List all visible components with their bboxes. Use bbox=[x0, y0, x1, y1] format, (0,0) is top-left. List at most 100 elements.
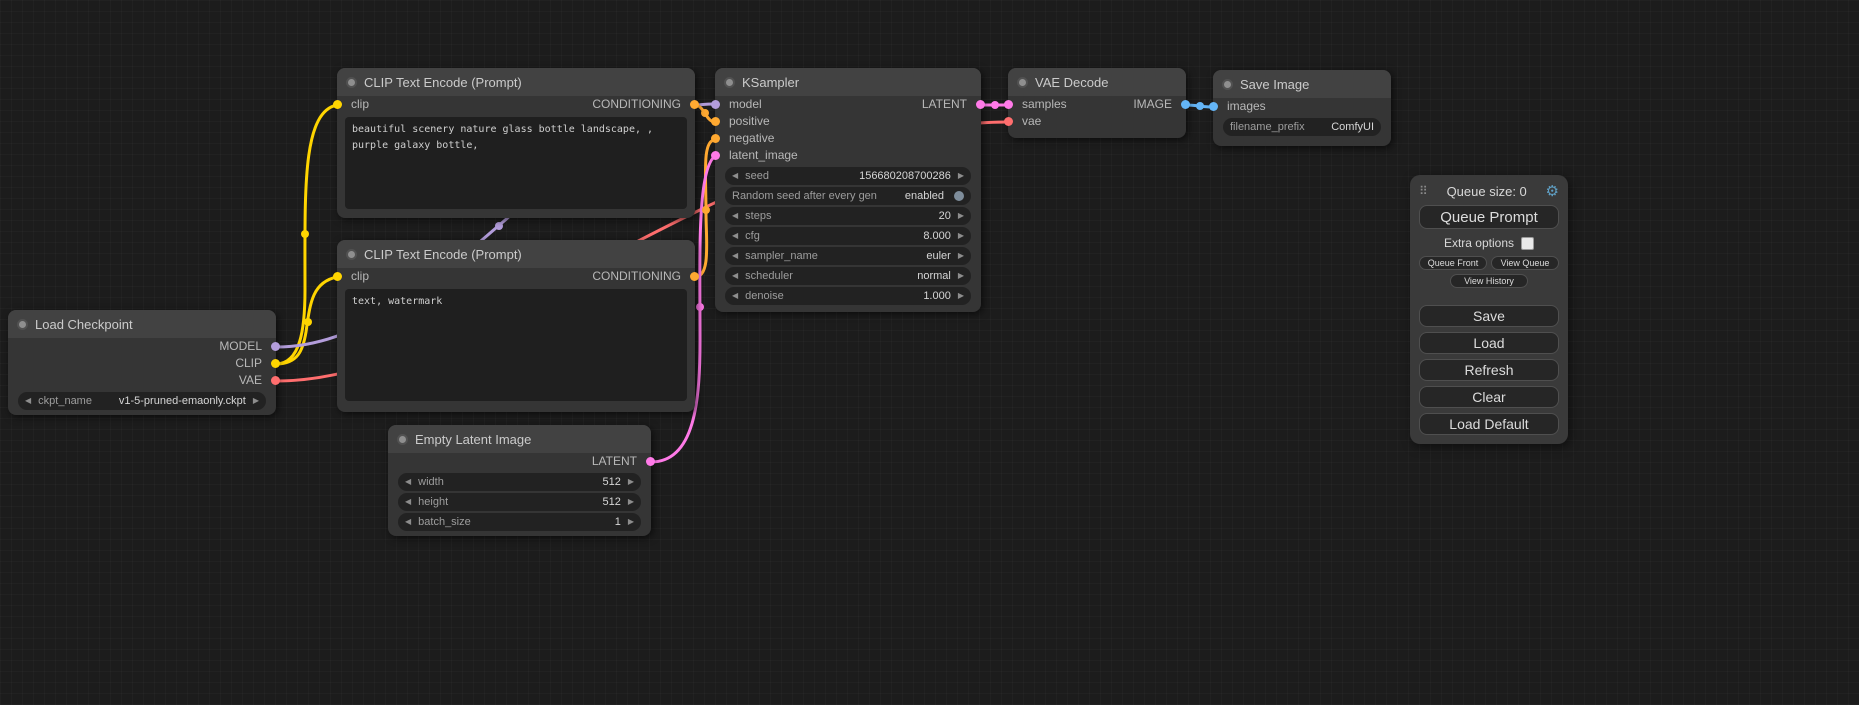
input-port-clip[interactable] bbox=[333, 100, 342, 109]
drag-handle-icon[interactable]: ⠿ bbox=[1419, 184, 1428, 198]
increment-arrow-icon[interactable]: ▶ bbox=[958, 272, 964, 280]
decrement-arrow-icon[interactable]: ◀ bbox=[732, 232, 738, 240]
input-label-vae: vae bbox=[1022, 113, 1041, 130]
node-clip-text-encode-negative[interactable]: CLIP Text Encode (Prompt) clip CONDITION… bbox=[337, 240, 695, 412]
decrement-arrow-icon[interactable]: ◀ bbox=[732, 292, 738, 300]
decrement-arrow-icon[interactable]: ◀ bbox=[732, 172, 738, 180]
save-button[interactable]: Save bbox=[1419, 305, 1559, 327]
extra-options-checkbox[interactable] bbox=[1521, 237, 1534, 250]
output-port-conditioning[interactable] bbox=[690, 272, 699, 281]
collapse-dot-icon[interactable] bbox=[397, 434, 408, 445]
input-port-clip[interactable] bbox=[333, 272, 342, 281]
positive-prompt-textarea[interactable]: beautiful scenery nature glass bottle la… bbox=[345, 117, 687, 209]
increment-arrow-icon[interactable]: ▶ bbox=[958, 252, 964, 260]
wire-negative-conditioning bbox=[695, 140, 715, 277]
decrement-arrow-icon[interactable]: ◀ bbox=[732, 272, 738, 280]
output-port-clip[interactable] bbox=[271, 359, 280, 368]
output-port-vae[interactable] bbox=[271, 376, 280, 385]
decrement-arrow-icon[interactable]: ◀ bbox=[405, 518, 411, 526]
node-ksampler[interactable]: KSampler model LATENT positive negative … bbox=[715, 68, 981, 312]
input-label-clip: clip bbox=[351, 96, 369, 113]
node-title-text: CLIP Text Encode (Prompt) bbox=[364, 75, 522, 90]
slot-row: VAE bbox=[8, 372, 276, 389]
node-title-bar[interactable]: CLIP Text Encode (Prompt) bbox=[337, 240, 695, 268]
collapse-dot-icon[interactable] bbox=[1222, 79, 1233, 90]
widget-width[interactable]: ◀ width 512 ▶ bbox=[398, 473, 641, 491]
collapse-dot-icon[interactable] bbox=[346, 77, 357, 88]
increment-arrow-icon[interactable]: ▶ bbox=[958, 212, 964, 220]
input-port-negative[interactable] bbox=[711, 134, 720, 143]
widget-filename-prefix[interactable]: filename_prefix ComfyUI bbox=[1223, 118, 1381, 136]
widget-steps[interactable]: ◀ steps 20 ▶ bbox=[725, 207, 971, 225]
output-port-conditioning[interactable] bbox=[690, 100, 699, 109]
decrement-arrow-icon[interactable]: ◀ bbox=[25, 397, 31, 405]
settings-gear-icon[interactable]: ⚙ bbox=[1546, 182, 1559, 200]
widget-denoise[interactable]: ◀ denoise 1.000 ▶ bbox=[725, 287, 971, 305]
view-history-button[interactable]: View History bbox=[1450, 274, 1528, 288]
load-button[interactable]: Load bbox=[1419, 332, 1559, 354]
widget-ckpt-name[interactable]: ◀ ckpt_name v1-5-pruned-emaonly.ckpt ▶ bbox=[18, 392, 266, 410]
node-title-bar[interactable]: CLIP Text Encode (Prompt) bbox=[337, 68, 695, 96]
input-port-latent-image[interactable] bbox=[711, 151, 720, 160]
increment-arrow-icon[interactable]: ▶ bbox=[628, 498, 634, 506]
negative-prompt-textarea[interactable]: text, watermark bbox=[345, 289, 687, 401]
node-title-bar[interactable]: Save Image bbox=[1213, 70, 1391, 98]
node-title-bar[interactable]: Empty Latent Image bbox=[388, 425, 651, 453]
input-port-images[interactable] bbox=[1209, 102, 1218, 111]
node-empty-latent-image[interactable]: Empty Latent Image LATENT ◀ width 512 ▶ … bbox=[388, 425, 651, 536]
node-title-bar[interactable]: KSampler bbox=[715, 68, 981, 96]
widget-batch-size[interactable]: ◀ batch_size 1 ▶ bbox=[398, 513, 641, 531]
collapse-dot-icon[interactable] bbox=[724, 77, 735, 88]
increment-arrow-icon[interactable]: ▶ bbox=[958, 172, 964, 180]
output-port-image[interactable] bbox=[1181, 100, 1190, 109]
widget-cfg[interactable]: ◀ cfg 8.000 ▶ bbox=[725, 227, 971, 245]
queue-actions-row: Queue Front View Queue bbox=[1419, 256, 1559, 270]
widget-seed[interactable]: ◀ seed 156680208700286 ▶ bbox=[725, 167, 971, 185]
widget-random-seed-toggle[interactable]: Random seed after every gen enabled bbox=[725, 187, 971, 205]
widget-label: filename_prefix bbox=[1230, 121, 1305, 133]
widget-value: 512 bbox=[602, 476, 620, 488]
input-port-model[interactable] bbox=[711, 100, 720, 109]
node-title-text: KSampler bbox=[742, 75, 799, 90]
node-title-bar[interactable]: VAE Decode bbox=[1008, 68, 1186, 96]
load-default-button[interactable]: Load Default bbox=[1419, 413, 1559, 435]
decrement-arrow-icon[interactable]: ◀ bbox=[732, 212, 738, 220]
refresh-button[interactable]: Refresh bbox=[1419, 359, 1559, 381]
decrement-arrow-icon[interactable]: ◀ bbox=[405, 498, 411, 506]
collapse-dot-icon[interactable] bbox=[346, 249, 357, 260]
view-queue-button[interactable]: View Queue bbox=[1491, 256, 1559, 270]
collapse-dot-icon[interactable] bbox=[1017, 77, 1028, 88]
increment-arrow-icon[interactable]: ▶ bbox=[628, 478, 634, 486]
decrement-arrow-icon[interactable]: ◀ bbox=[405, 478, 411, 486]
node-save-image[interactable]: Save Image images filename_prefix ComfyU… bbox=[1213, 70, 1391, 146]
widget-sampler-name[interactable]: ◀ sampler_name euler ▶ bbox=[725, 247, 971, 265]
node-vae-decode[interactable]: VAE Decode samples IMAGE vae bbox=[1008, 68, 1186, 138]
node-graph-canvas[interactable]: Load Checkpoint MODEL CLIP VAE ◀ ckpt_na… bbox=[0, 0, 1859, 705]
increment-arrow-icon[interactable]: ▶ bbox=[253, 397, 259, 405]
toggle-knob-icon[interactable] bbox=[954, 191, 964, 201]
node-load-checkpoint[interactable]: Load Checkpoint MODEL CLIP VAE ◀ ckpt_na… bbox=[8, 310, 276, 415]
increment-arrow-icon[interactable]: ▶ bbox=[628, 518, 634, 526]
increment-arrow-icon[interactable]: ▶ bbox=[958, 292, 964, 300]
slot-row: images bbox=[1213, 98, 1391, 115]
output-port-latent[interactable] bbox=[976, 100, 985, 109]
node-title-bar[interactable]: Load Checkpoint bbox=[8, 310, 276, 338]
clear-button[interactable]: Clear bbox=[1419, 386, 1559, 408]
input-port-samples[interactable] bbox=[1004, 100, 1013, 109]
link-midpoint-dot bbox=[301, 230, 309, 238]
node-clip-text-encode-positive[interactable]: CLIP Text Encode (Prompt) clip CONDITION… bbox=[337, 68, 695, 218]
queue-front-button[interactable]: Queue Front bbox=[1419, 256, 1487, 270]
output-port-model[interactable] bbox=[271, 342, 280, 351]
input-port-positive[interactable] bbox=[711, 117, 720, 126]
input-port-vae[interactable] bbox=[1004, 117, 1013, 126]
queue-prompt-button[interactable]: Queue Prompt bbox=[1419, 205, 1559, 229]
widget-scheduler[interactable]: ◀ scheduler normal ▶ bbox=[725, 267, 971, 285]
decrement-arrow-icon[interactable]: ◀ bbox=[732, 252, 738, 260]
link-midpoint-dot bbox=[701, 109, 709, 117]
output-label-model: MODEL bbox=[219, 338, 262, 355]
link-midpoint-dot bbox=[696, 303, 704, 311]
widget-height[interactable]: ◀ height 512 ▶ bbox=[398, 493, 641, 511]
increment-arrow-icon[interactable]: ▶ bbox=[958, 232, 964, 240]
output-port-latent[interactable] bbox=[646, 457, 655, 466]
collapse-dot-icon[interactable] bbox=[17, 319, 28, 330]
